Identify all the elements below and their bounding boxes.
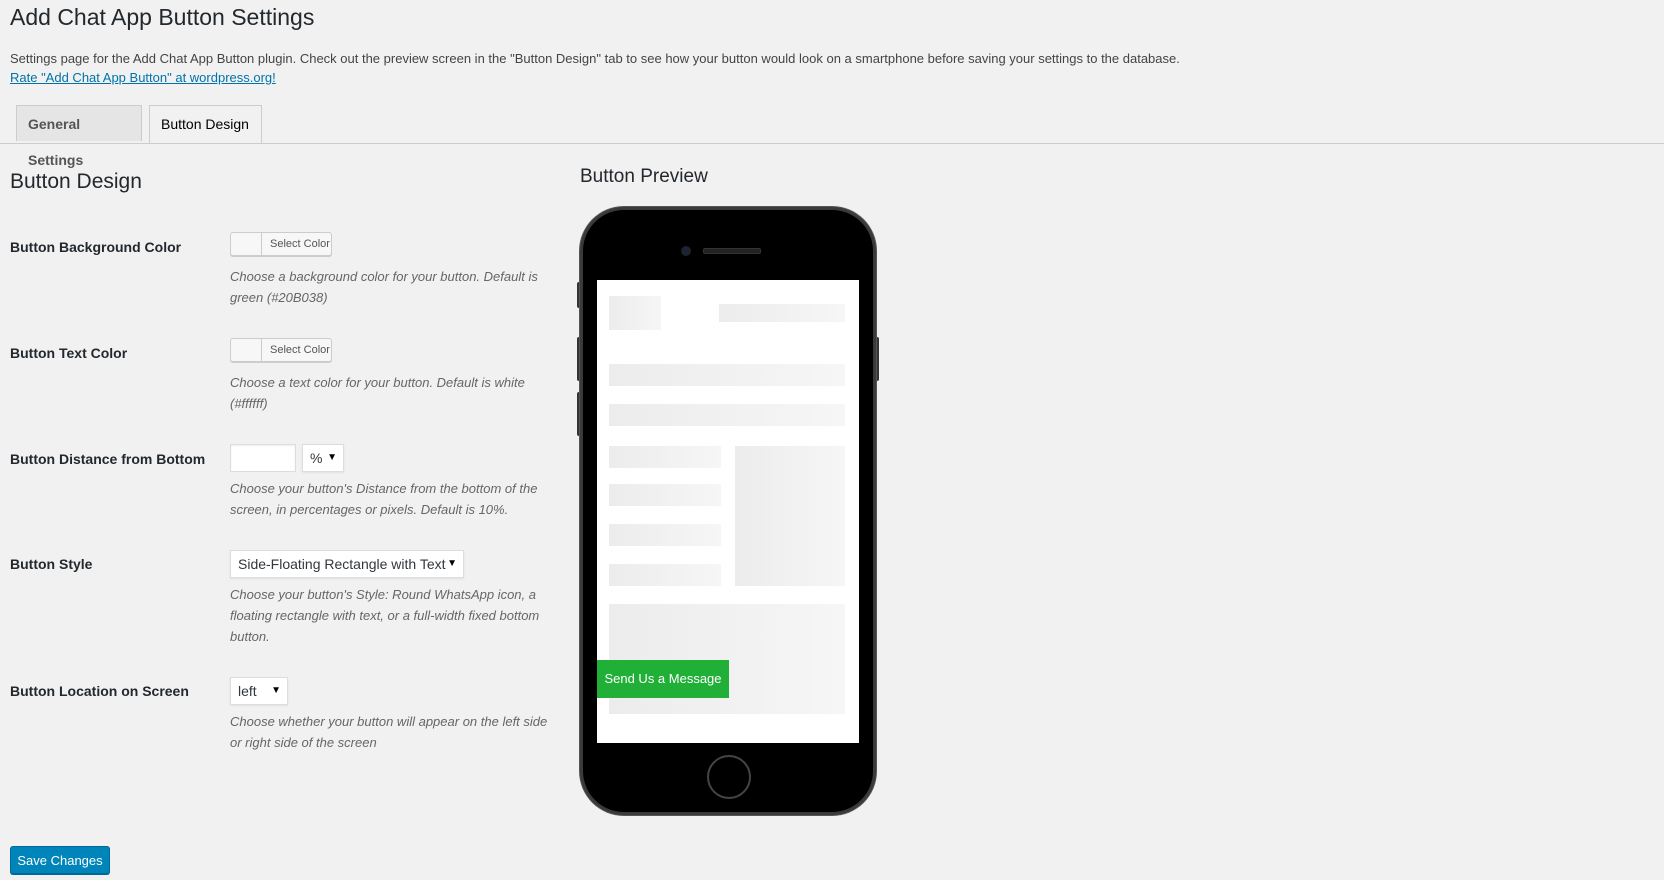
placeholder-logo (609, 296, 661, 330)
location-select-value: left (238, 683, 257, 699)
distance-unit-value: % (310, 450, 323, 466)
style-label: Button Style (10, 556, 93, 572)
location-select[interactable]: left ▼ (230, 677, 288, 705)
phone-home-button (707, 755, 751, 799)
placeholder-image (735, 446, 845, 586)
text-color-picker-text: Select Color (270, 344, 330, 356)
style-select-value: Side-Floating Rectangle with Text (238, 556, 446, 572)
placeholder-line (609, 564, 721, 586)
tab-button-design[interactable]: Button Design (149, 105, 262, 143)
placeholder-line (609, 446, 721, 468)
page-title: Add Chat App Button Settings (10, 4, 315, 30)
section-title: Button Design (10, 170, 142, 193)
text-color-swatch (231, 339, 262, 361)
placeholder-nav (719, 304, 845, 322)
phone-speaker (703, 248, 761, 254)
style-select[interactable]: Side-Floating Rectangle with Text ▼ (230, 550, 464, 578)
placeholder-line (609, 404, 845, 426)
intro-text-block: Settings page for the Add Chat App Butto… (10, 49, 1180, 87)
distance-label: Button Distance from Bottom (10, 451, 206, 467)
bg-color-swatch (231, 233, 262, 255)
preview-title: Button Preview (580, 166, 708, 187)
distance-description: Choose your button's Distance from the b… (230, 481, 538, 517)
bg-color-description: Choose a background color for your butto… (230, 269, 538, 305)
location-description: Choose whether your button will appear o… (230, 714, 548, 750)
chevron-down-icon: ▼ (327, 452, 337, 463)
bg-color-picker-text: Select Color (270, 238, 330, 250)
save-changes-button[interactable]: Save Changes (10, 846, 110, 874)
placeholder-line (609, 484, 721, 506)
placeholder-line (609, 364, 845, 386)
settings-page: Add Chat App Button Settings Settings pa… (0, 0, 1664, 880)
tab-general-settings[interactable]: General Settings (16, 105, 142, 168)
rate-plugin-link[interactable]: Rate "Add Chat App Button" at wordpress.… (10, 70, 276, 85)
distance-input[interactable] (230, 444, 296, 472)
text-color-description: Choose a text color for your button. Def… (230, 375, 525, 411)
phone-preview: Send Us a Message (580, 207, 876, 815)
text-color-picker-button[interactable]: Select Color (230, 338, 332, 362)
phone-screen: Send Us a Message (597, 280, 859, 743)
placeholder-line (609, 524, 721, 546)
bg-color-picker-button[interactable]: Select Color (230, 232, 332, 256)
chat-button-preview[interactable]: Send Us a Message (597, 660, 729, 698)
intro-description: Settings page for the Add Chat App Butto… (10, 51, 1180, 66)
tab-bar: General Settings Button Design (0, 105, 1664, 168)
text-color-label: Button Text Color (10, 345, 128, 361)
distance-unit-select[interactable]: % ▼ (302, 444, 344, 472)
chevron-down-icon: ▼ (447, 558, 457, 569)
style-description: Choose your button's Style: Round WhatsA… (230, 587, 540, 644)
phone-camera (681, 246, 691, 256)
chevron-down-icon: ▼ (271, 685, 281, 696)
bg-color-label: Button Background Color (10, 239, 182, 255)
location-label: Button Location on Screen (10, 683, 189, 699)
